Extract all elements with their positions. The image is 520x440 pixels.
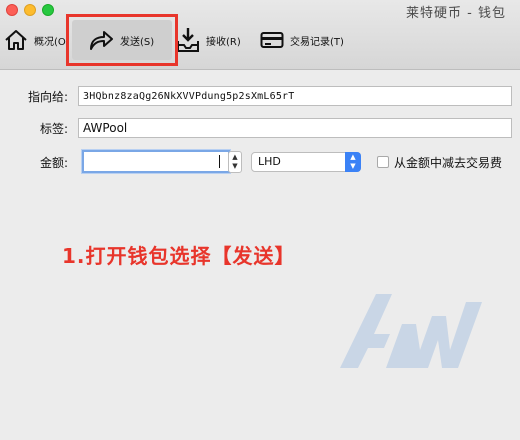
text-caret (219, 155, 220, 168)
send-highlight-box (66, 14, 178, 66)
subtract-fee-checkbox[interactable] (377, 156, 389, 168)
label-label: 标签: (39, 122, 68, 136)
instruction-annotation: 1.打开钱包选择【发送】 (62, 244, 296, 268)
tab-receive[interactable]: 接收(R) (176, 20, 256, 60)
amount-stepper[interactable]: ▲ ▼ (228, 151, 242, 173)
title-toolbar: 莱特硬币 - 钱包 概况(O 发送(S) 接收(R) 交易记录(T) (0, 0, 520, 70)
payto-label: 指向给: (27, 90, 68, 104)
home-icon (4, 29, 28, 51)
payto-field[interactable]: 3HQbnz8zaQg26NkXVVPdung5p2sXmL65rT (78, 86, 512, 106)
card-icon (260, 31, 284, 49)
tab-history-label: 交易记录(T) (290, 36, 344, 48)
tab-overview-label: 概况(O (34, 36, 66, 48)
tab-overview[interactable]: 概况(O (4, 20, 70, 60)
unit-select[interactable]: LHD ▲ ▼ (251, 152, 361, 172)
receive-tray-icon (176, 27, 200, 53)
watermark-logo-icon (336, 284, 486, 378)
tab-receive-label: 接收(R) (206, 36, 241, 48)
amount-label: 金额: (39, 156, 68, 170)
subtract-fee-label: 从金额中减去交易费 (394, 156, 503, 170)
unit-select-value: LHD (258, 155, 281, 168)
label-field[interactable]: AWPool (78, 118, 512, 138)
amount-input[interactable] (82, 150, 230, 173)
chevron-updown-icon: ▲ ▼ (345, 152, 361, 172)
tab-history[interactable]: 交易记录(T) (260, 20, 360, 60)
wallet-window: 莱特硬币 - 钱包 概况(O 发送(S) 接收(R) 交易记录(T) 指向给: … (0, 0, 520, 440)
